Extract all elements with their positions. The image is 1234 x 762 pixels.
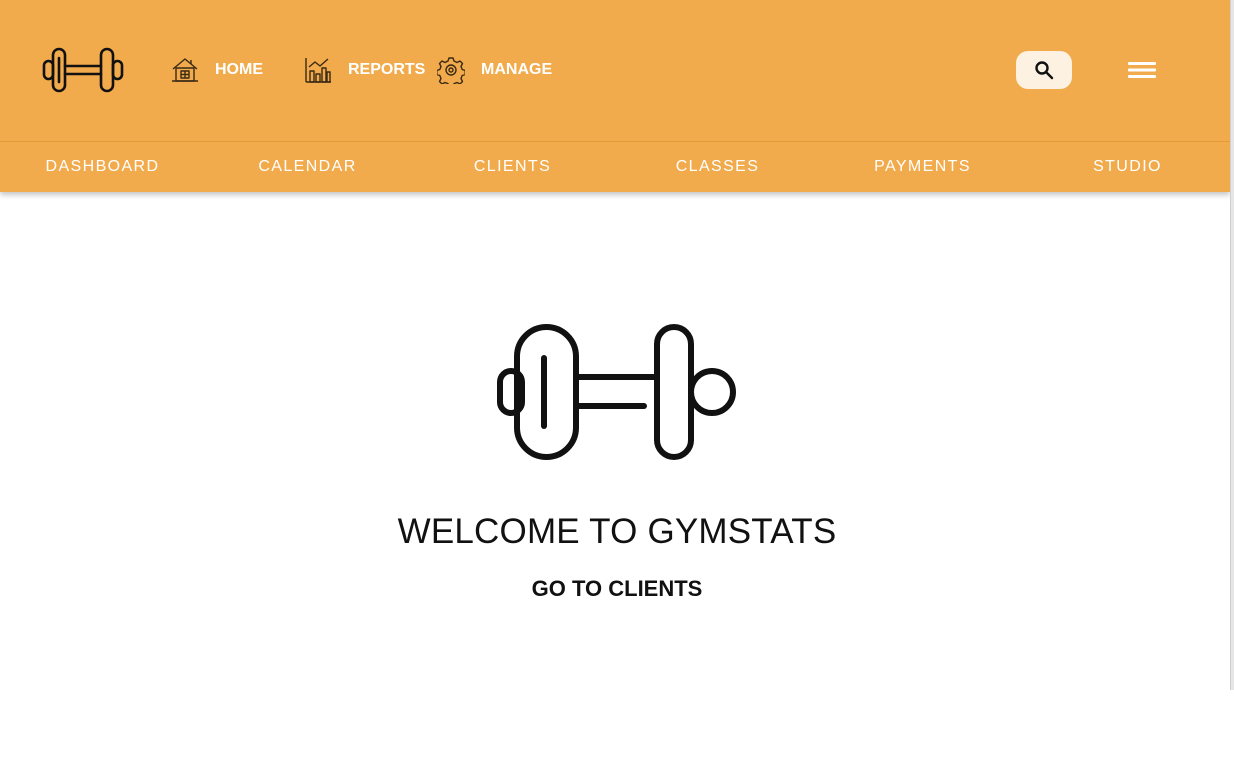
bar-chart-icon <box>304 56 332 84</box>
dumbbell-icon <box>494 320 740 464</box>
page-scrollbar[interactable] <box>1230 0 1234 690</box>
nav-reports-label: REPORTS <box>348 61 426 78</box>
tab-calendar[interactable]: CALENDAR <box>205 142 410 192</box>
dumbbell-logo-icon[interactable] <box>41 46 125 94</box>
nav-manage-link[interactable]: MANAGE <box>437 55 552 85</box>
tab-classes[interactable]: CLASSES <box>615 142 820 192</box>
nav-home-label: HOME <box>215 61 263 78</box>
nav-manage-label: MANAGE <box>481 61 553 78</box>
top-nav-bar: HOME REPORTS MANAGE <box>0 0 1230 142</box>
tab-payments[interactable]: PAYMENTS <box>820 142 1025 192</box>
section-tab-bar: DASHBOARD CALENDAR CLIENTS CLASSES PAYME… <box>0 142 1230 192</box>
search-icon <box>1034 60 1054 80</box>
hamburger-menu-icon <box>1127 59 1157 81</box>
tab-studio[interactable]: STUDIO <box>1025 142 1230 192</box>
go-to-clients-link-row: GO TO CLIENTS <box>0 575 1234 603</box>
go-to-clients-link[interactable]: GO TO CLIENTS <box>532 576 703 601</box>
nav-home-link[interactable]: HOME <box>171 55 263 85</box>
tab-dashboard[interactable]: DASHBOARD <box>0 142 205 192</box>
gear-icon <box>437 56 465 84</box>
tab-clients[interactable]: CLIENTS <box>410 142 615 192</box>
welcome-title: WELCOME TO GYMSTATS <box>397 512 837 551</box>
app-page: HOME REPORTS MANAGE DASHBOARD CALENDAR C… <box>0 0 1234 762</box>
app-header: HOME REPORTS MANAGE DASHBOARD CALENDAR C… <box>0 0 1230 192</box>
nav-reports-link[interactable]: REPORTS <box>304 55 425 85</box>
search-button[interactable] <box>1016 51 1072 89</box>
hamburger-menu-button[interactable] <box>1124 56 1160 84</box>
house-icon <box>171 56 199 84</box>
